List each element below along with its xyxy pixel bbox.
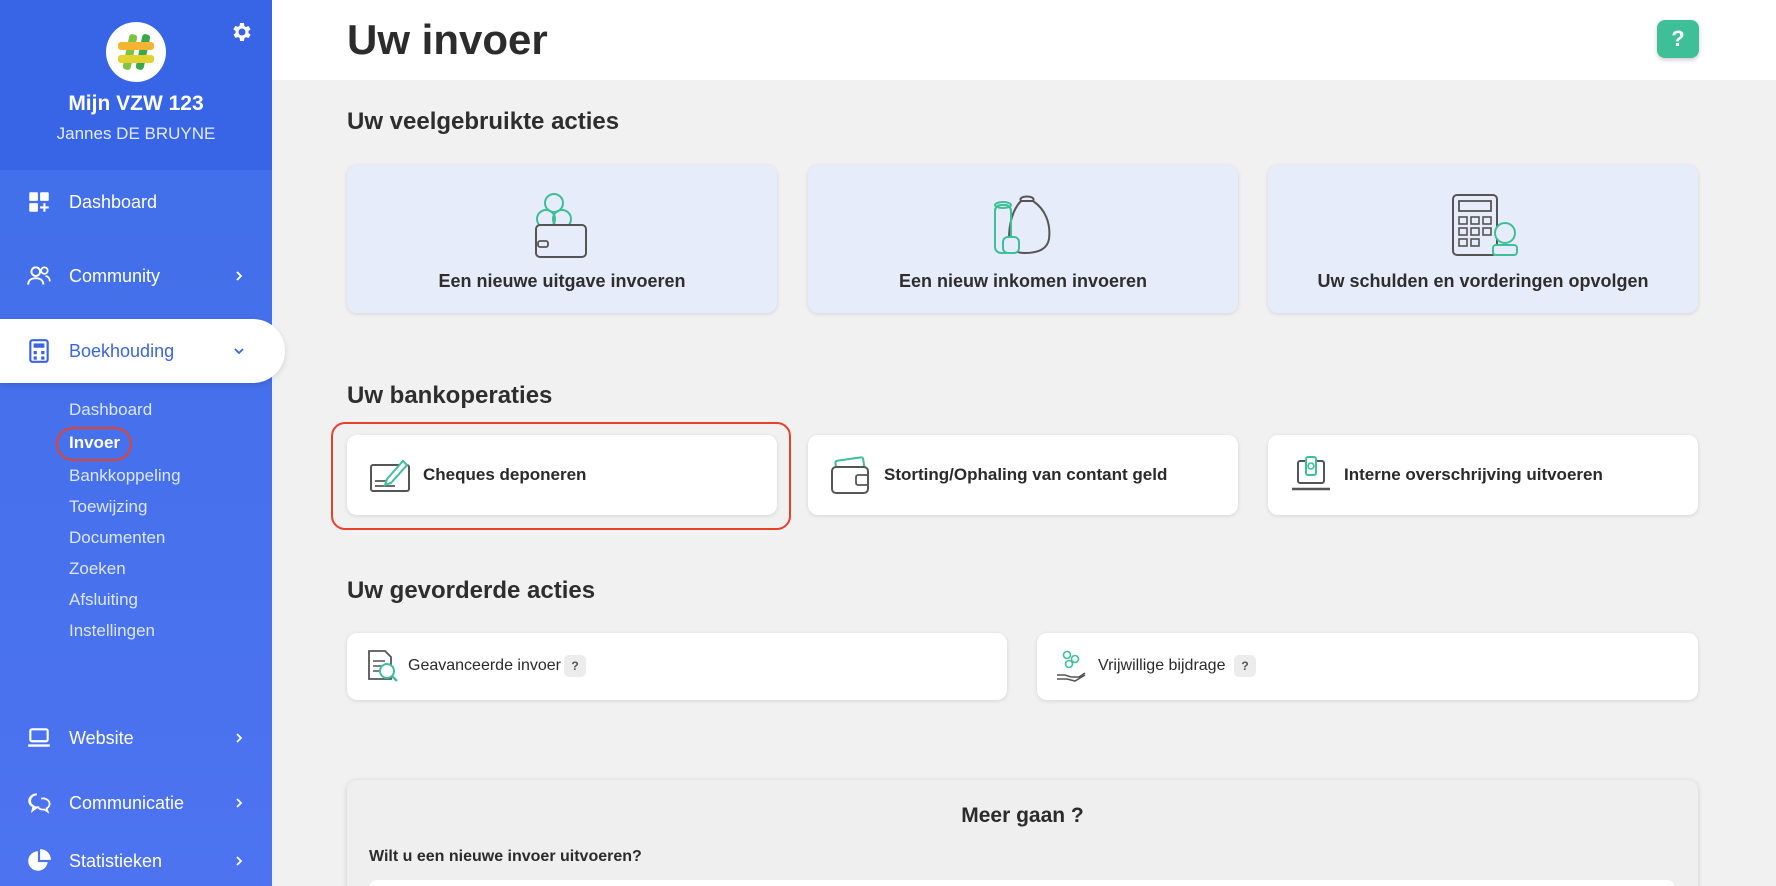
nav-statistieken-label: Statistieken bbox=[69, 850, 163, 871]
calculator-coins-icon bbox=[1452, 194, 1518, 256]
subnav-instellingen[interactable]: Instellingen bbox=[69, 621, 155, 641]
bank-card-label: Interne overschrijving uitvoeren bbox=[1344, 465, 1603, 484]
hand-coins-icon bbox=[1057, 650, 1086, 682]
chevron-right-icon bbox=[236, 798, 243, 808]
advanced-card-label: Vrijwillige bijdrage bbox=[1098, 657, 1226, 674]
action-card-new-expense[interactable]: Een nieuwe uitgave invoeren bbox=[347, 165, 777, 313]
nav-community[interactable]: Community bbox=[0, 250, 272, 302]
subnav-afsluiting[interactable]: Afsluiting bbox=[69, 590, 138, 610]
nav-website-label: Website bbox=[69, 727, 134, 748]
nav-statistieken[interactable]: Statistieken bbox=[0, 835, 272, 886]
advanced-card-voluntary-contribution[interactable]: Vrijwillige bijdrage ? bbox=[1037, 633, 1698, 700]
invoer-highlight-circle bbox=[56, 427, 132, 461]
subnav-toewijzing[interactable]: Toewijzing bbox=[69, 497, 147, 517]
page-title: Uw invoer bbox=[347, 16, 548, 63]
cheques-highlight-box bbox=[331, 422, 791, 530]
money-bag-icon bbox=[994, 195, 1051, 255]
sidebar-header: Mijn VZW 123 Jannes DE BRUYNE bbox=[0, 0, 272, 170]
advanced-card-label: Geavanceerde invoer bbox=[408, 657, 561, 674]
chat-bubbles-icon bbox=[28, 793, 51, 814]
sidebar: Mijn VZW 123 Jannes DE BRUYNE Dashboard … bbox=[0, 0, 285, 886]
user-name: Jannes DE BRUYNE bbox=[56, 124, 216, 143]
document-search-icon bbox=[368, 650, 398, 682]
dashboard-icon bbox=[29, 192, 49, 212]
chevron-right-icon bbox=[236, 856, 243, 866]
nav-community-label: Community bbox=[69, 265, 161, 286]
chevron-right-icon bbox=[236, 271, 243, 281]
calculator-icon bbox=[29, 339, 49, 363]
nav-communicatie-label: Communicatie bbox=[69, 792, 185, 813]
cash-wallet-icon bbox=[831, 456, 869, 494]
action-card-label: Een nieuwe uitgave invoeren bbox=[438, 271, 686, 291]
section-title-frequent: Uw veelgebruikte acties bbox=[347, 108, 620, 135]
nav-website[interactable]: Website bbox=[0, 712, 272, 764]
action-card-label: Uw schulden en vorderingen opvolgen bbox=[1317, 271, 1649, 291]
more-title: Meer gaan ? bbox=[961, 804, 1084, 827]
help-button[interactable]: ? bbox=[1657, 20, 1699, 58]
laptop-transfer-icon bbox=[1292, 456, 1330, 491]
laptop-icon bbox=[28, 728, 50, 747]
more-panel: Meer gaan ? Wilt u een nieuwe invoer uit… bbox=[347, 780, 1698, 886]
users-icon bbox=[27, 266, 51, 285]
section-title-bank: Uw bankoperaties bbox=[347, 382, 553, 409]
nav-dashboard[interactable]: Dashboard bbox=[0, 176, 272, 228]
help-badge[interactable]: ? bbox=[564, 655, 586, 677]
more-question: Wilt u een nieuwe invoer uitvoeren? bbox=[369, 848, 642, 865]
bank-card-cash[interactable]: Storting/Ophaling van contant geld bbox=[808, 435, 1238, 515]
pie-chart-icon bbox=[28, 849, 51, 871]
help-badge[interactable]: ? bbox=[1234, 655, 1256, 677]
action-card-debts-claims[interactable]: Uw schulden en vorderingen opvolgen bbox=[1268, 165, 1698, 313]
nav-dashboard-label: Dashboard bbox=[69, 191, 158, 212]
gear-icon[interactable] bbox=[230, 20, 254, 44]
subnav-zoeken[interactable]: Zoeken bbox=[69, 559, 126, 579]
section-title-advanced: Uw gevorderde acties bbox=[347, 577, 596, 604]
new-entry-field[interactable] bbox=[369, 880, 1675, 886]
hashtag-logo-icon bbox=[118, 34, 154, 70]
bank-card-label: Storting/Ophaling van contant geld bbox=[884, 465, 1168, 484]
chevron-down-icon bbox=[234, 348, 244, 355]
subnav-dashboard[interactable]: Dashboard bbox=[69, 400, 152, 420]
nav-boekhouding[interactable]: Boekhouding bbox=[0, 319, 285, 383]
subnav-bankkoppeling[interactable]: Bankkoppeling bbox=[69, 466, 181, 486]
wallet-coins-icon bbox=[535, 193, 587, 258]
action-card-label: Een nieuw inkomen invoeren bbox=[898, 271, 1148, 291]
nav-boekhouding-label: Boekhouding bbox=[69, 340, 175, 361]
bank-card-internal-transfer[interactable]: Interne overschrijving uitvoeren bbox=[1268, 435, 1698, 515]
nav-communicatie[interactable]: Communicatie bbox=[0, 777, 272, 829]
subnav-documenten[interactable]: Documenten bbox=[69, 528, 165, 548]
organization-logo[interactable] bbox=[106, 22, 166, 82]
organization-name: Mijn VZW 123 bbox=[68, 92, 204, 115]
chevron-right-icon bbox=[236, 733, 243, 743]
advanced-card-advanced-entry[interactable]: Geavanceerde invoer ? bbox=[347, 633, 1007, 700]
action-card-new-income[interactable]: Een nieuw inkomen invoeren bbox=[808, 165, 1238, 313]
